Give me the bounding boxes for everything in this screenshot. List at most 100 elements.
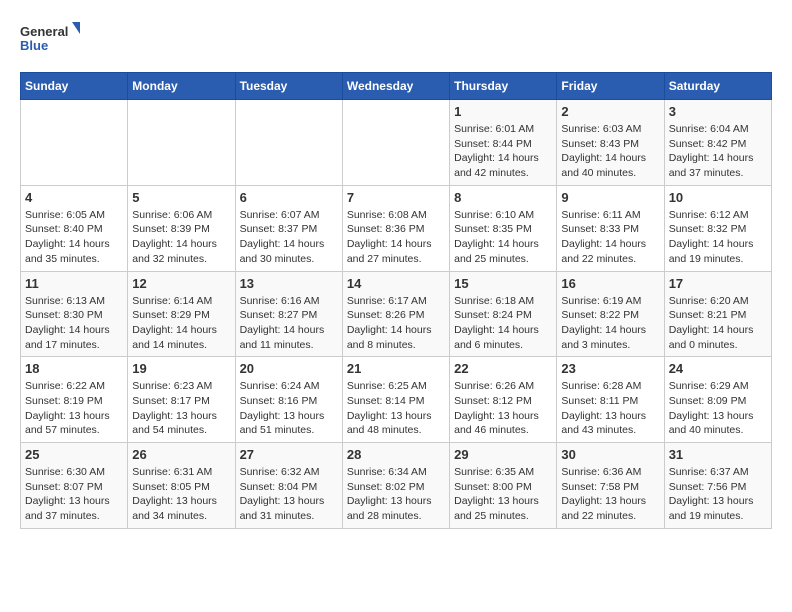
day-info: Sunrise: 6:04 AM Sunset: 8:42 PM Dayligh… (669, 122, 767, 181)
weekday-header-row: SundayMondayTuesdayWednesdayThursdayFrid… (21, 73, 772, 100)
calendar-cell: 28 Sunrise: 6:34 AM Sunset: 8:02 PM Dayli… (342, 443, 449, 529)
weekday-header: Monday (128, 73, 235, 100)
logo: General Blue (20, 20, 80, 62)
calendar-cell: 27Sunrise: 6:32 AM Sunset: 8:04 PM Dayli… (235, 443, 342, 529)
weekday-header: Tuesday (235, 73, 342, 100)
day-number: 21 (347, 361, 445, 376)
day-info: Sunrise: 6:22 AM Sunset: 8:19 PM Dayligh… (25, 379, 123, 438)
day-number: 11 (25, 276, 123, 291)
calendar-cell: 4 Sunrise: 6:05 AM Sunset: 8:40 PM Daylig… (21, 185, 128, 271)
svg-text:General: General (20, 24, 68, 39)
header: General Blue (20, 20, 772, 62)
day-number: 7 (347, 190, 445, 205)
day-info: Sunrise: 6:03 AM Sunset: 8:43 PM Dayligh… (561, 122, 659, 181)
day-info: Sunrise: 6:08 AM Sunset: 8:36 PM Dayligh… (347, 208, 445, 267)
calendar-cell (235, 100, 342, 186)
day-info: Sunrise: 6:18 AM Sunset: 8:24 PM Dayligh… (454, 294, 552, 353)
weekday-header: Friday (557, 73, 664, 100)
day-number: 19 (132, 361, 230, 376)
day-info: Sunrise: 6:35 AM Sunset: 8:00 PM Dayligh… (454, 465, 552, 524)
calendar-cell: 10Sunrise: 6:12 AM Sunset: 8:32 PM Dayli… (664, 185, 771, 271)
day-number: 26 (132, 447, 230, 462)
day-info: Sunrise: 6:36 AM Sunset: 7:58 PM Dayligh… (561, 465, 659, 524)
day-info: Sunrise: 6:28 AM Sunset: 8:11 PM Dayligh… (561, 379, 659, 438)
day-info: Sunrise: 6:14 AM Sunset: 8:29 PM Dayligh… (132, 294, 230, 353)
calendar-cell: 8 Sunrise: 6:10 AM Sunset: 8:35 PM Daylig… (450, 185, 557, 271)
calendar-cell: 5 Sunrise: 6:06 AM Sunset: 8:39 PM Daylig… (128, 185, 235, 271)
calendar-cell: 30Sunrise: 6:36 AM Sunset: 7:58 PM Dayli… (557, 443, 664, 529)
day-number: 24 (669, 361, 767, 376)
weekday-header: Wednesday (342, 73, 449, 100)
day-info: Sunrise: 6:19 AM Sunset: 8:22 PM Dayligh… (561, 294, 659, 353)
calendar-cell: 15 Sunrise: 6:18 AM Sunset: 8:24 PM Dayli… (450, 271, 557, 357)
calendar-week-row: 18 Sunrise: 6:22 AM Sunset: 8:19 PM Dayli… (21, 357, 772, 443)
day-info: Sunrise: 6:07 AM Sunset: 8:37 PM Dayligh… (240, 208, 338, 267)
day-number: 5 (132, 190, 230, 205)
day-number: 20 (240, 361, 338, 376)
calendar-cell: 20 Sunrise: 6:24 AM Sunset: 8:16 PM Dayli… (235, 357, 342, 443)
day-number: 14 (347, 276, 445, 291)
weekday-header: Saturday (664, 73, 771, 100)
day-info: Sunrise: 6:30 AM Sunset: 8:07 PM Dayligh… (25, 465, 123, 524)
day-info: Sunrise: 6:05 AM Sunset: 8:40 PM Dayligh… (25, 208, 123, 267)
calendar-cell: 6 Sunrise: 6:07 AM Sunset: 8:37 PM Daylig… (235, 185, 342, 271)
day-number: 25 (25, 447, 123, 462)
calendar-cell: 24 Sunrise: 6:29 AM Sunset: 8:09 PM Dayli… (664, 357, 771, 443)
day-info: Sunrise: 6:34 AM Sunset: 8:02 PM Dayligh… (347, 465, 445, 524)
day-number: 16 (561, 276, 659, 291)
day-number: 15 (454, 276, 552, 291)
calendar-cell: 16 Sunrise: 6:19 AM Sunset: 8:22 PM Dayli… (557, 271, 664, 357)
calendar-cell: 2 Sunrise: 6:03 AM Sunset: 8:43 PM Daylig… (557, 100, 664, 186)
calendar-cell: 21 Sunrise: 6:25 AM Sunset: 8:14 PM Dayli… (342, 357, 449, 443)
calendar-cell: 19 Sunrise: 6:23 AM Sunset: 8:17 PM Dayli… (128, 357, 235, 443)
day-number: 22 (454, 361, 552, 376)
day-number: 18 (25, 361, 123, 376)
day-number: 31 (669, 447, 767, 462)
day-info: Sunrise: 6:24 AM Sunset: 8:16 PM Dayligh… (240, 379, 338, 438)
calendar-cell: 14 Sunrise: 6:17 AM Sunset: 8:26 PM Dayli… (342, 271, 449, 357)
day-number: 28 (347, 447, 445, 462)
day-number: 27 (240, 447, 338, 462)
calendar-cell: 23 Sunrise: 6:28 AM Sunset: 8:11 PM Dayli… (557, 357, 664, 443)
day-info: Sunrise: 6:26 AM Sunset: 8:12 PM Dayligh… (454, 379, 552, 438)
day-number: 1 (454, 104, 552, 119)
calendar-cell (128, 100, 235, 186)
weekday-header: Sunday (21, 73, 128, 100)
day-number: 23 (561, 361, 659, 376)
day-info: Sunrise: 6:25 AM Sunset: 8:14 PM Dayligh… (347, 379, 445, 438)
calendar-week-row: 1Sunrise: 6:01 AM Sunset: 8:44 PM Daylig… (21, 100, 772, 186)
calendar-cell (21, 100, 128, 186)
day-info: Sunrise: 6:37 AM Sunset: 7:56 PM Dayligh… (669, 465, 767, 524)
calendar-cell: 7 Sunrise: 6:08 AM Sunset: 8:36 PM Daylig… (342, 185, 449, 271)
calendar-week-row: 11Sunrise: 6:13 AM Sunset: 8:30 PM Dayli… (21, 271, 772, 357)
day-info: Sunrise: 6:10 AM Sunset: 8:35 PM Dayligh… (454, 208, 552, 267)
calendar-cell: 22 Sunrise: 6:26 AM Sunset: 8:12 PM Dayli… (450, 357, 557, 443)
day-number: 3 (669, 104, 767, 119)
calendar-cell: 13Sunrise: 6:16 AM Sunset: 8:27 PM Dayli… (235, 271, 342, 357)
calendar-cell: 9Sunrise: 6:11 AM Sunset: 8:33 PM Daylig… (557, 185, 664, 271)
day-number: 12 (132, 276, 230, 291)
day-info: Sunrise: 6:23 AM Sunset: 8:17 PM Dayligh… (132, 379, 230, 438)
calendar-cell: 29 Sunrise: 6:35 AM Sunset: 8:00 PM Dayli… (450, 443, 557, 529)
day-info: Sunrise: 6:29 AM Sunset: 8:09 PM Dayligh… (669, 379, 767, 438)
day-number: 4 (25, 190, 123, 205)
day-info: Sunrise: 6:12 AM Sunset: 8:32 PM Dayligh… (669, 208, 767, 267)
svg-text:Blue: Blue (20, 38, 48, 53)
day-info: Sunrise: 6:16 AM Sunset: 8:27 PM Dayligh… (240, 294, 338, 353)
calendar-cell: 25 Sunrise: 6:30 AM Sunset: 8:07 PM Dayli… (21, 443, 128, 529)
day-number: 6 (240, 190, 338, 205)
day-info: Sunrise: 6:17 AM Sunset: 8:26 PM Dayligh… (347, 294, 445, 353)
calendar-cell: 18 Sunrise: 6:22 AM Sunset: 8:19 PM Dayli… (21, 357, 128, 443)
calendar-cell: 17Sunrise: 6:20 AM Sunset: 8:21 PM Dayli… (664, 271, 771, 357)
calendar-cell: 31 Sunrise: 6:37 AM Sunset: 7:56 PM Dayli… (664, 443, 771, 529)
day-number: 2 (561, 104, 659, 119)
day-info: Sunrise: 6:20 AM Sunset: 8:21 PM Dayligh… (669, 294, 767, 353)
calendar-cell: 1Sunrise: 6:01 AM Sunset: 8:44 PM Daylig… (450, 100, 557, 186)
day-number: 8 (454, 190, 552, 205)
calendar-week-row: 25 Sunrise: 6:30 AM Sunset: 8:07 PM Dayli… (21, 443, 772, 529)
weekday-header: Thursday (450, 73, 557, 100)
day-number: 9 (561, 190, 659, 205)
day-number: 29 (454, 447, 552, 462)
calendar-cell (342, 100, 449, 186)
day-info: Sunrise: 6:06 AM Sunset: 8:39 PM Dayligh… (132, 208, 230, 267)
